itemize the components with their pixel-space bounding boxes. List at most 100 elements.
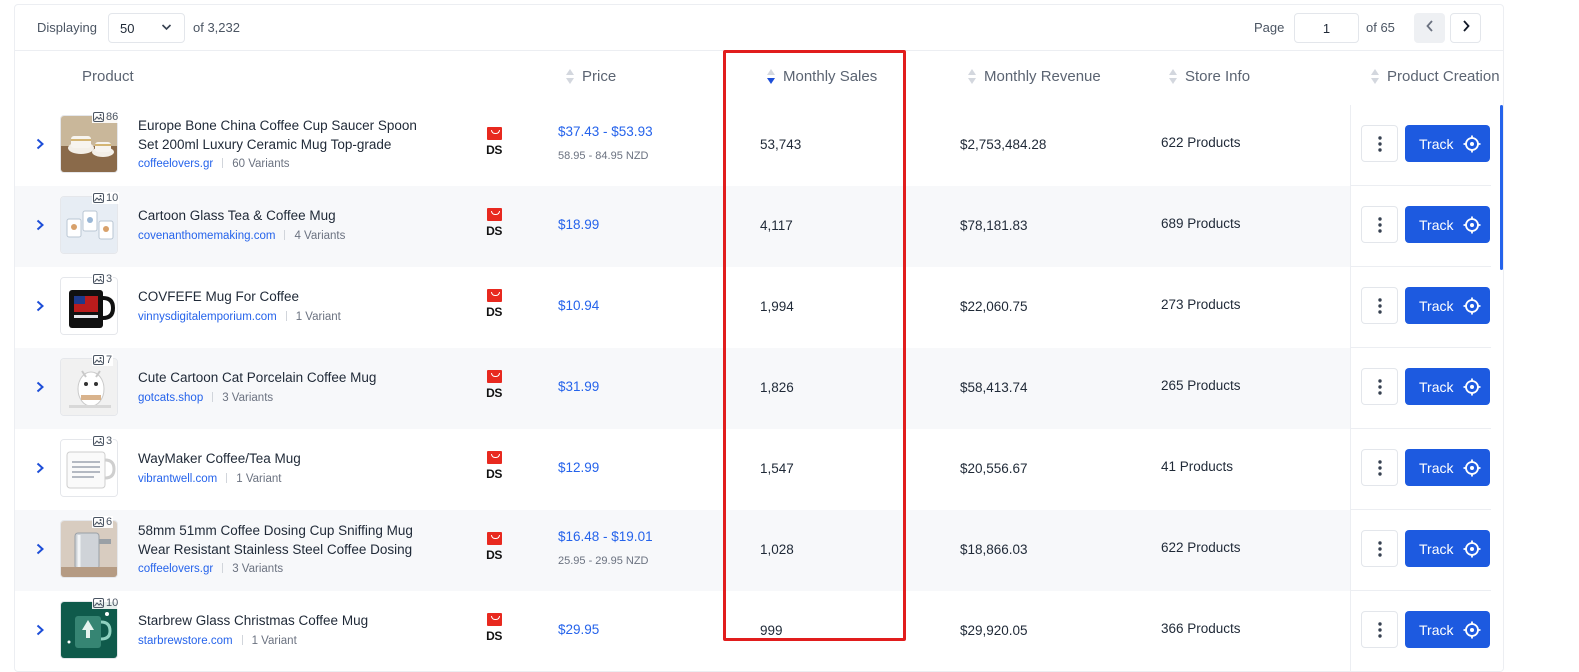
more-options-button[interactable]	[1361, 449, 1398, 486]
more-options-button[interactable]	[1361, 368, 1398, 405]
expand-row-chevron-icon[interactable]	[34, 461, 46, 475]
dropship-badge[interactable]: DS	[484, 532, 504, 561]
product-thumbnail[interactable]	[60, 277, 118, 335]
kebab-menu-icon	[1377, 216, 1382, 233]
product-thumbnail[interactable]	[60, 601, 118, 659]
prev-page-button[interactable]	[1414, 13, 1445, 43]
store-product-count[interactable]: 273 Products	[1161, 297, 1241, 312]
table-row[interactable]: 3 COVFEFE Mug For Coffee vinnysdigitalempo…	[15, 267, 1350, 348]
store-product-count[interactable]: 622 Products	[1161, 135, 1241, 150]
store-product-count[interactable]: 265 Products	[1161, 378, 1241, 393]
table-row[interactable]: 6 58mm 51mm Coffee Dosing Cup Sniffing Mu…	[15, 510, 1350, 591]
price-value: $16.48 - $19.01	[558, 529, 653, 544]
price-value: $31.99	[558, 379, 600, 394]
product-title[interactable]: Cute Cartoon Cat Porcelain Coffee Mug	[138, 368, 438, 387]
product-title[interactable]: WayMaker Coffee/Tea Mug	[138, 449, 438, 468]
table-row[interactable]: 10 Cartoon Glass Tea & Coffee Mug covenant…	[15, 186, 1350, 267]
track-button[interactable]: Track	[1405, 287, 1490, 324]
store-link[interactable]: gotcats.shop	[138, 392, 203, 404]
track-button[interactable]: Track	[1405, 206, 1490, 243]
more-options-button[interactable]	[1361, 125, 1398, 162]
store-product-count[interactable]: 622 Products	[1161, 540, 1241, 555]
more-options-button[interactable]	[1361, 611, 1398, 648]
track-button[interactable]: Track	[1405, 449, 1490, 486]
product-title[interactable]: Europe Bone China Coffee Cup Saucer Spoo…	[138, 116, 438, 154]
column-header-monthly-revenue[interactable]: Monthly Revenue	[968, 68, 1101, 85]
expand-row-chevron-icon[interactable]	[34, 137, 46, 151]
ds-label: DS	[486, 548, 502, 562]
monthly-sales-value: 1,826	[760, 380, 794, 395]
product-title-line: 58mm 51mm Coffee Dosing Cup Sniffing Mug	[138, 523, 413, 538]
expand-row-chevron-icon[interactable]	[34, 299, 46, 313]
divider	[285, 311, 287, 321]
table-row[interactable]: 7 Cute Cartoon Cat Porcelain Coffee Mug go…	[15, 348, 1350, 429]
image-count: 3	[106, 435, 113, 447]
dropship-badge[interactable]: DS	[484, 613, 504, 642]
store-link[interactable]: vinnysdigitalemporium.com	[138, 311, 277, 323]
shopping-bag-icon	[486, 370, 502, 383]
image-icon	[93, 598, 104, 608]
dropship-badge[interactable]: DS	[484, 208, 504, 237]
more-options-button[interactable]	[1361, 287, 1398, 324]
per-page-select[interactable]: 50	[108, 13, 185, 43]
monthly-revenue-value: $18,866.03	[960, 542, 1028, 557]
track-button[interactable]: Track	[1405, 125, 1490, 162]
expand-row-chevron-icon[interactable]	[34, 380, 46, 394]
product-title[interactable]: COVFEFE Mug For Coffee	[138, 287, 438, 306]
ds-label: DS	[486, 305, 502, 319]
ds-label: DS	[486, 629, 502, 643]
expand-row-chevron-icon[interactable]	[34, 542, 46, 556]
kebab-menu-icon	[1377, 621, 1382, 638]
next-page-button[interactable]	[1450, 13, 1481, 43]
image-count: 6	[106, 516, 113, 528]
dropship-badge[interactable]: DS	[484, 451, 504, 480]
column-header-product-creation[interactable]: Product Creation	[1371, 68, 1503, 85]
store-link[interactable]: covenanthomemaking.com	[138, 230, 275, 242]
price-local-currency: 25.95 - 29.95 NZD	[558, 555, 649, 567]
sort-icon	[566, 68, 575, 85]
product-thumbnail[interactable]	[60, 196, 118, 254]
product-title[interactable]: 58mm 51mm Coffee Dosing Cup Sniffing Mug…	[138, 521, 438, 559]
more-options-button[interactable]	[1361, 206, 1398, 243]
product-thumbnail[interactable]	[60, 520, 118, 578]
image-count-badge: 3	[92, 435, 114, 447]
column-label: Product	[82, 68, 134, 85]
dropship-badge[interactable]: DS	[484, 370, 504, 399]
store-product-count[interactable]: 366 Products	[1161, 621, 1241, 636]
store-product-count[interactable]: 41 Products	[1161, 459, 1233, 474]
dropship-badge[interactable]: DS	[484, 127, 504, 156]
chevron-left-icon	[1425, 19, 1435, 38]
column-header-store-info[interactable]: Store Info	[1169, 68, 1250, 85]
column-header-price[interactable]: Price	[566, 68, 616, 85]
store-link[interactable]: starbrewstore.com	[138, 635, 233, 647]
store-link[interactable]: vibrantwell.com	[138, 473, 217, 485]
expand-row-chevron-icon[interactable]	[34, 623, 46, 637]
dropship-badge[interactable]: DS	[484, 289, 504, 318]
row-actions: Track	[1351, 186, 1491, 267]
column-header-monthly-sales[interactable]: Monthly Sales	[767, 68, 877, 85]
pagination-bar: Displaying 50 of 3,232 Page 1 of 65	[15, 5, 1503, 51]
divider	[222, 158, 224, 168]
track-button[interactable]: Track	[1405, 611, 1490, 648]
product-title[interactable]: Starbrew Glass Christmas Coffee Mug	[138, 611, 438, 630]
variant-count: 4 Variants	[294, 230, 346, 242]
product-title[interactable]: Cartoon Glass Tea & Coffee Mug	[138, 206, 438, 225]
table-row[interactable]: 86 Europe Bone China Coffee Cup Saucer Sp…	[15, 105, 1350, 186]
store-link[interactable]: coffeelovers.gr	[138, 158, 213, 170]
track-button[interactable]: Track	[1405, 530, 1490, 567]
expand-row-chevron-icon[interactable]	[34, 218, 46, 232]
vertical-scrollbar[interactable]	[1500, 105, 1503, 270]
chevron-right-icon	[1461, 19, 1471, 38]
price-value: $12.99	[558, 460, 600, 475]
more-options-button[interactable]	[1361, 530, 1398, 567]
page-number-input[interactable]: 1	[1294, 13, 1359, 43]
product-thumbnail[interactable]	[60, 439, 118, 497]
track-button[interactable]: Track	[1405, 368, 1490, 405]
store-link[interactable]: coffeelovers.gr	[138, 563, 213, 575]
store-product-count[interactable]: 689 Products	[1161, 216, 1241, 231]
product-thumbnail[interactable]	[60, 358, 118, 416]
table-row[interactable]: 3 WayMaker Coffee/Tea Mug vibrantwell.com 1…	[15, 429, 1350, 510]
product-thumbnail[interactable]	[60, 115, 118, 173]
kebab-menu-icon	[1377, 297, 1382, 314]
table-row[interactable]: 10 Starbrew Glass Christmas Coffee Mug sta…	[15, 591, 1350, 671]
